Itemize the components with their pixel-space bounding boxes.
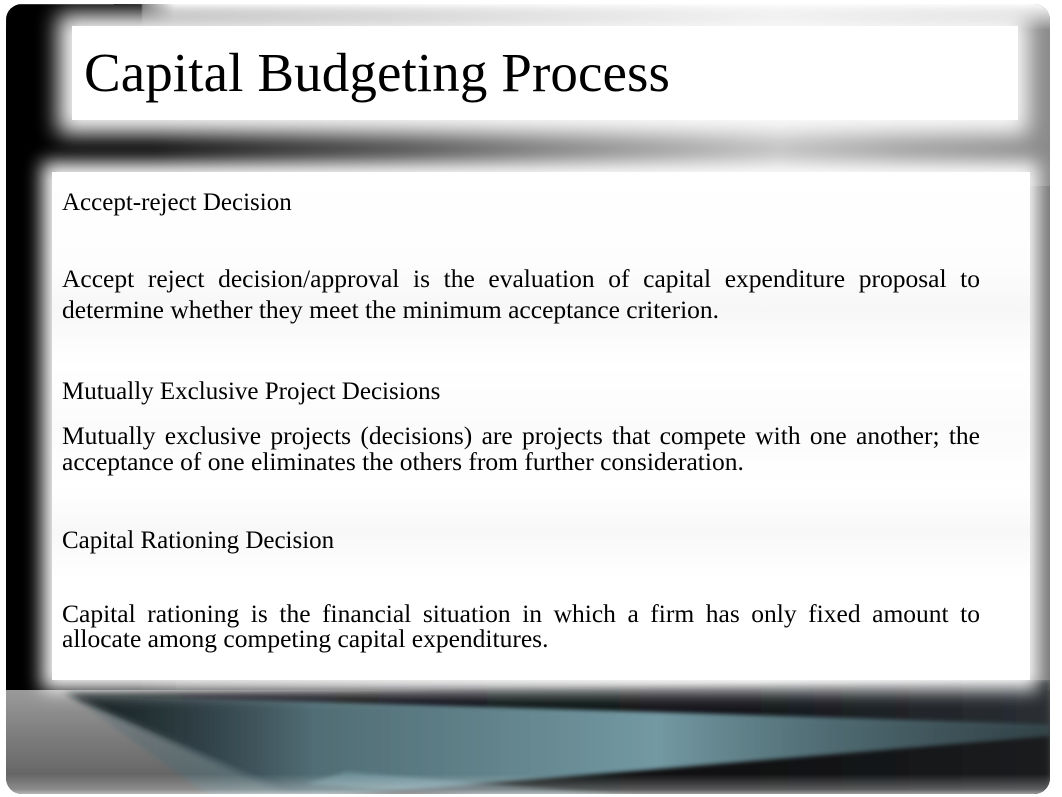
section-paragraph: Capital rationing is the financial situa… — [62, 598, 980, 654]
section-accept-reject: Accept-reject Decision Accept reject dec… — [62, 188, 980, 325]
section-paragraph: Mutually exclusive projects (decisions) … — [62, 421, 980, 476]
section-heading: Mutually Exclusive Project Decisions — [62, 377, 441, 405]
section-paragraph: Accept reject decision/approval is the e… — [62, 263, 980, 324]
body-placeholder[interactable]: Accept-reject Decision Accept reject dec… — [52, 172, 1030, 680]
frame-bottom-soft-edge — [6, 774, 1050, 794]
slide: Capital Budgeting Process Accept-reject … — [0, 0, 1062, 797]
title-placeholder[interactable]: Capital Budgeting Process — [72, 26, 1018, 120]
section-mutually-exclusive: Mutually Exclusive Project Decisions Mut… — [62, 377, 980, 475]
section-heading: Capital Rationing Decision — [62, 527, 335, 555]
page-title: Capital Budgeting Process — [84, 42, 671, 104]
section-heading: Accept-reject Decision — [62, 189, 292, 216]
section-capital-rationing: Capital Rationing Decision Capital ratio… — [62, 526, 980, 652]
